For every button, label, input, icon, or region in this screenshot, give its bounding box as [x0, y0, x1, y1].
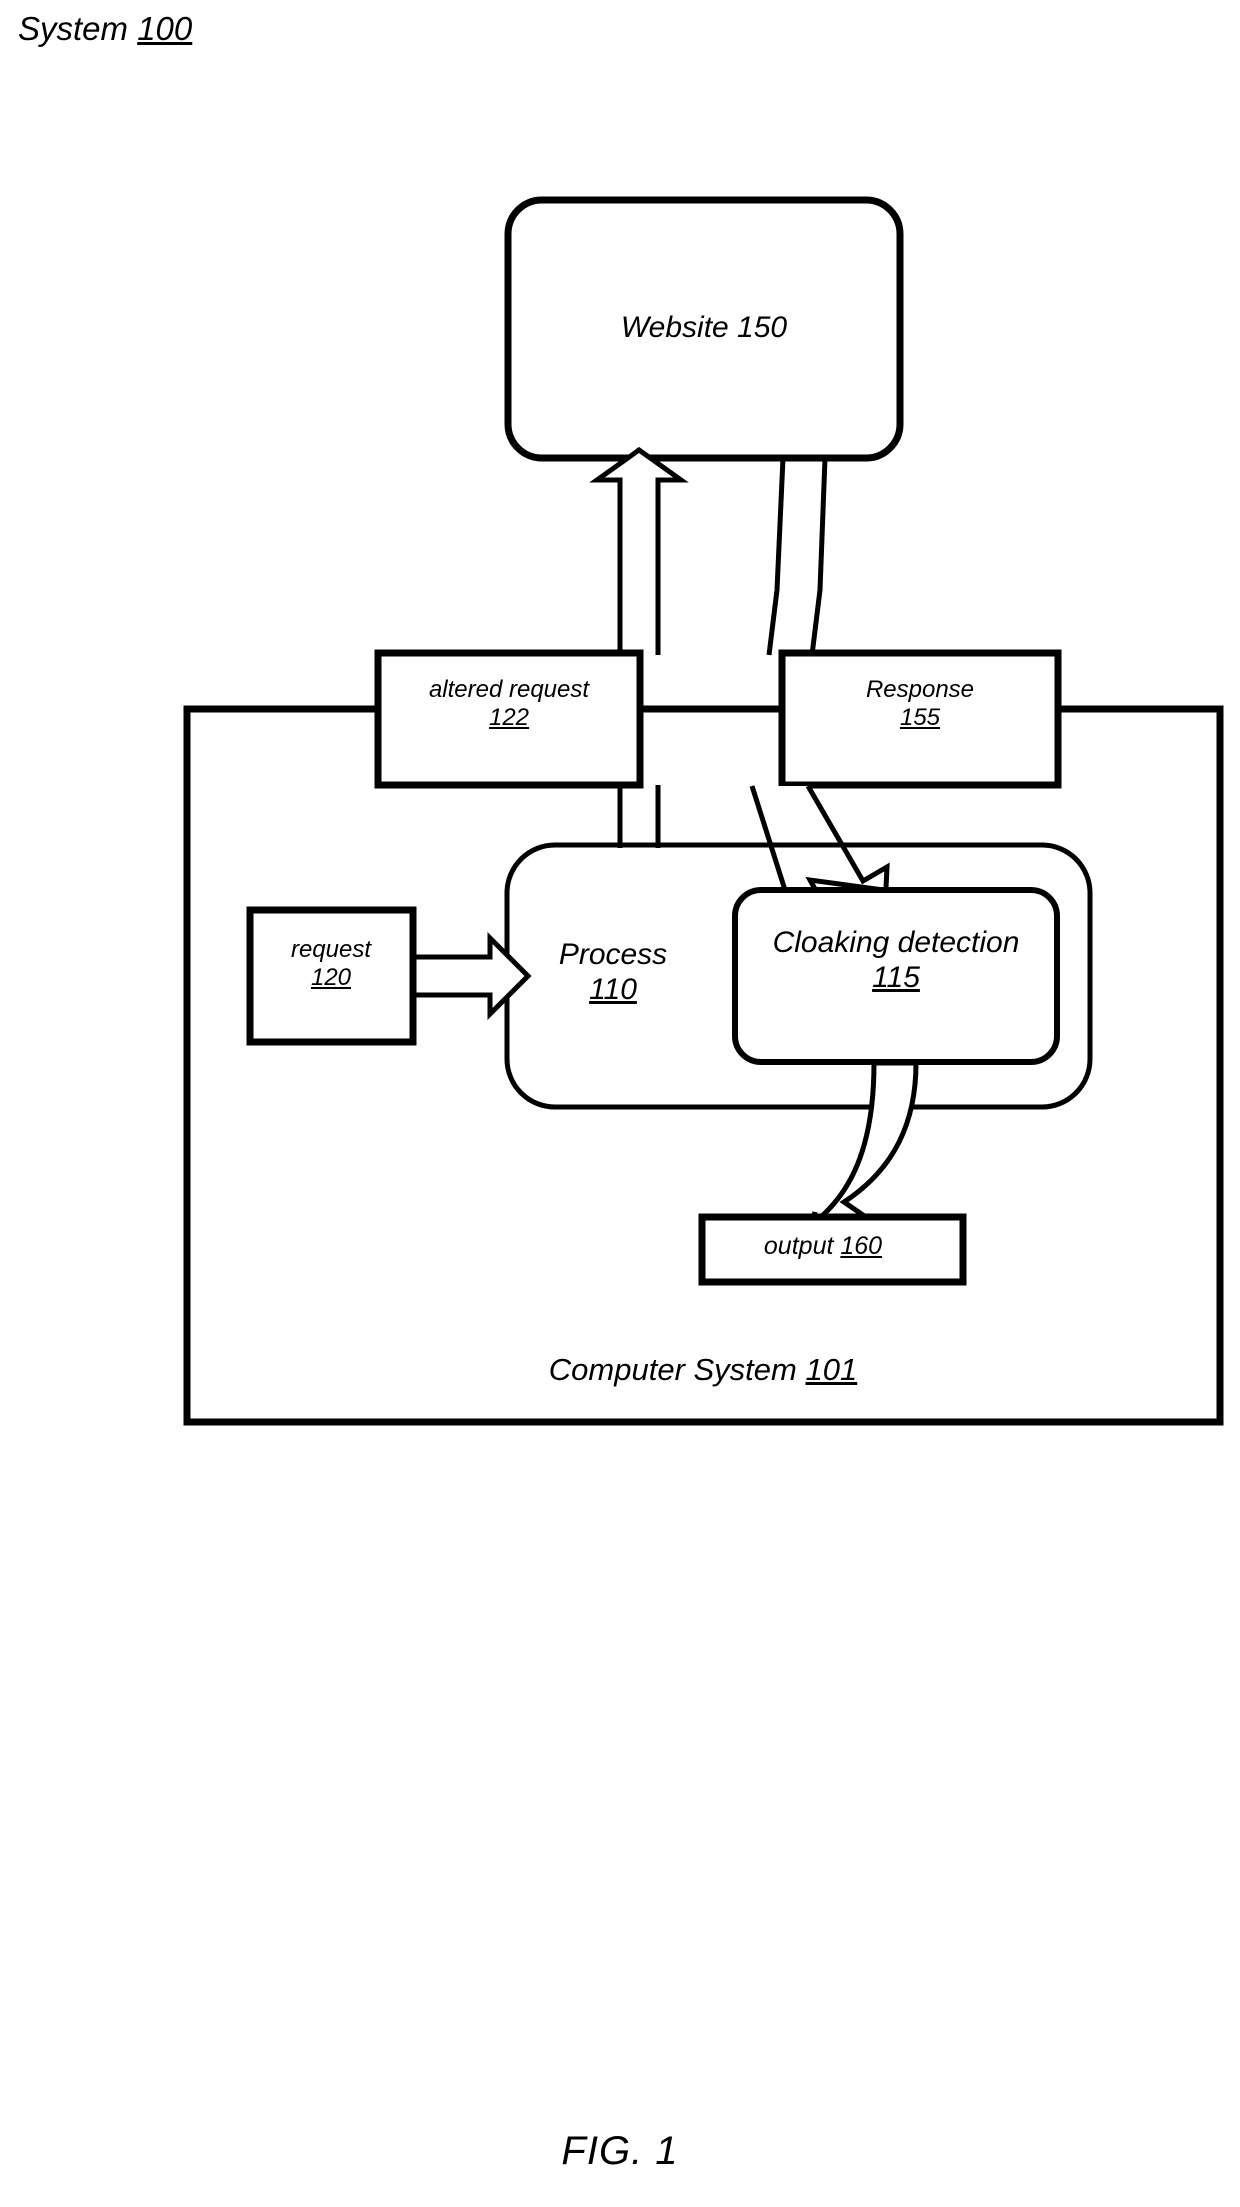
website-label-text: Website 150	[620, 311, 788, 344]
computer-system-ref: 101	[805, 1352, 858, 1387]
output-ref: 160	[840, 1232, 883, 1260]
figure-caption: FIG. 1	[0, 2128, 1240, 2175]
line-website-to-response	[766, 457, 786, 656]
request-ref: 120	[310, 964, 352, 992]
response-ref: 155	[899, 704, 941, 732]
arrow-altered-request-to-website	[589, 446, 689, 655]
response-label: Response 155	[866, 676, 974, 733]
computer-system-label-text: Computer System	[548, 1352, 797, 1387]
process-label: Process 110	[559, 937, 667, 1008]
response-label-text: Response	[865, 676, 975, 703]
arrow-request-to-process	[410, 931, 532, 1021]
cloaking-detection-ref: 115	[872, 961, 920, 995]
process-label-text: Process	[558, 938, 668, 971]
figure-title: System 100	[18, 10, 192, 49]
website-label: Website 150	[621, 310, 787, 345]
figure-title-text: System	[18, 10, 129, 47]
output-label: output 160	[764, 1232, 882, 1262]
process-ref: 110	[589, 973, 637, 1007]
figure-caption-text: FIG. 1	[561, 2129, 679, 2173]
figure-title-ref: 100	[137, 10, 193, 47]
altered-request-label-text: altered request	[428, 676, 590, 703]
request-label-text: request	[290, 936, 372, 963]
altered-request-ref: 122	[488, 704, 530, 732]
output-label-text: output	[763, 1232, 834, 1260]
computer-system-boundary	[183, 705, 1224, 1426]
altered-request-label: altered request 122	[429, 676, 589, 733]
computer-system-label: Computer System 101	[549, 1352, 857, 1389]
figure-canvas: System 100 Website 150 altered request 1…	[0, 0, 1240, 2207]
request-label: request 120	[291, 936, 371, 993]
cloaking-detection-label: Cloaking detection 115	[773, 925, 1020, 996]
cloaking-detection-label-text: Cloaking detection	[772, 926, 1020, 959]
line-website-to-response-2	[809, 457, 828, 656]
